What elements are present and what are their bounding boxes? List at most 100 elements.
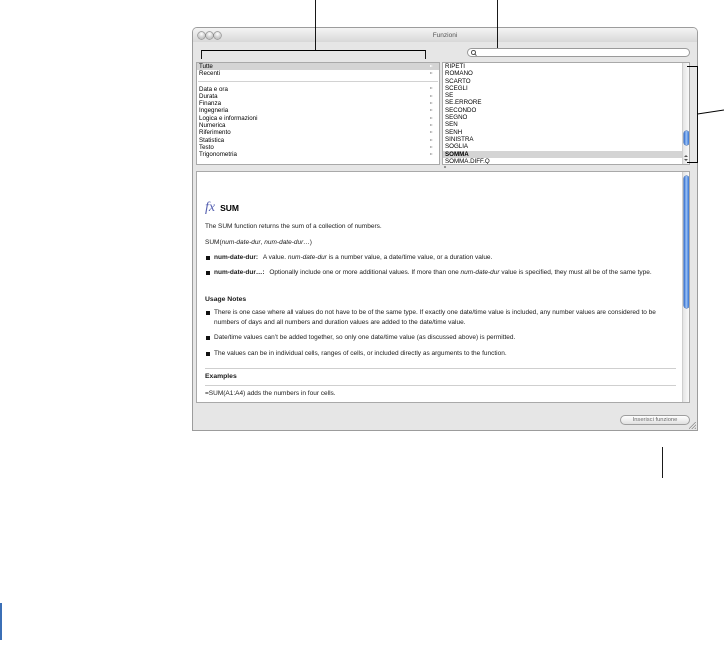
usage-note-item: Date/time values can’t be added together… <box>206 333 676 343</box>
function-label: SOMMA <box>445 150 469 158</box>
function-label: SENH <box>445 128 463 136</box>
category-label: Numerica <box>199 122 226 130</box>
category-label: Logica e informazioni <box>199 114 258 122</box>
argument-ref: num-date-dur <box>460 269 500 276</box>
insert-function-button[interactable]: Inserisci funzione <box>620 415 690 425</box>
resize-grip-icon[interactable] <box>689 422 696 429</box>
function-item[interactable]: SE <box>443 92 682 99</box>
category-label: Statistica <box>199 136 225 144</box>
bullet-icon <box>206 256 210 260</box>
function-item[interactable]: SENH <box>443 129 682 136</box>
category-label: Ingegneria <box>199 107 229 115</box>
category-list[interactable]: Tutte Recenti Data e ora Durata Finanza … <box>196 62 440 165</box>
examples-heading: Examples <box>205 373 237 380</box>
divider <box>205 368 676 369</box>
category-item[interactable]: Tutte <box>197 63 439 71</box>
function-label: SOMMA.DIFF.Q <box>445 157 490 165</box>
function-label: SE <box>445 92 454 100</box>
splitter-handle[interactable] <box>444 166 446 168</box>
category-item[interactable]: Logica e informazioni <box>197 115 439 122</box>
category-label: Recenti <box>199 70 220 78</box>
function-item[interactable]: SEGNO <box>443 114 682 121</box>
disclosure-arrow-icon <box>430 64 433 67</box>
usage-notes-heading: Usage Notes <box>205 296 247 303</box>
category-item[interactable]: Trigonometria <box>197 151 439 158</box>
function-label: SCEGLI <box>445 84 468 92</box>
scrollbar-thumb[interactable] <box>683 131 689 145</box>
function-label: SECONDO <box>445 106 477 114</box>
function-rows: RIPETI ROMANO SCARTO SCEGLI SE SE.ERRORE… <box>443 63 682 165</box>
bullet-icon <box>206 311 210 315</box>
argument-term: num-date-dur…: <box>214 269 265 276</box>
syntax-arg: num-date-dur… <box>264 239 310 246</box>
usage-note-text: There is one case where all values do no… <box>214 309 656 326</box>
function-syntax: SUM(num-date-dur, num-date-dur…) <box>205 238 676 248</box>
category-item[interactable]: Finanza <box>197 100 439 107</box>
function-item[interactable]: SEN <box>443 121 682 128</box>
category-separator <box>197 78 439 86</box>
category-item[interactable]: Statistica <box>197 137 439 144</box>
syntax-arg: num-date-dur <box>221 239 261 246</box>
usage-note-text: The values can be in individual cells, r… <box>214 350 507 357</box>
usage-note-item: The values can be in individual cells, r… <box>206 349 676 359</box>
usage-note-text: Date/time values can’t be added together… <box>214 334 516 341</box>
disclosure-arrow-icon <box>430 145 433 148</box>
function-item[interactable]: SOMMA.DIFF.Q <box>443 157 682 165</box>
function-name: SUM <box>220 202 239 213</box>
search-input[interactable] <box>478 49 683 56</box>
function-label: SE.ERRORE <box>445 99 482 107</box>
scroll-down-arrow-icon[interactable] <box>684 159 688 161</box>
function-label: SEN <box>445 121 458 129</box>
scroll-up-arrow-icon[interactable] <box>684 155 688 157</box>
category-item[interactable]: Durata <box>197 93 439 100</box>
disclosure-arrow-icon <box>430 131 433 134</box>
function-summary: The SUM function returns the sum of a co… <box>205 223 382 230</box>
function-description-pane[interactable]: fx SUM The SUM function returns the sum o… <box>196 171 690 403</box>
disclosure-arrow-icon <box>430 102 433 105</box>
window-title: Funzioni <box>432 31 458 39</box>
function-item[interactable]: SE.ERRORE <box>443 99 682 106</box>
function-item[interactable]: SOGLIA <box>443 143 682 150</box>
function-label: SINISTRA <box>445 135 474 143</box>
function-label: ROMANO <box>445 70 473 78</box>
category-label: Riferimento <box>199 129 231 137</box>
syntax-open: SUM( <box>205 239 222 246</box>
function-item[interactable]: SECONDO <box>443 107 682 114</box>
separator-line <box>198 81 438 83</box>
argument-ref: num-date-dur <box>287 254 327 261</box>
function-item[interactable]: SINISTRA <box>443 136 682 143</box>
argument-item: num-date-dur…: Optionally include one or… <box>206 268 676 278</box>
category-label: Finanza <box>199 100 222 108</box>
title-bar[interactable]: Funzioni <box>193 28 697 42</box>
scrollbar-thumb[interactable] <box>683 176 689 308</box>
category-label: Testo <box>199 143 214 151</box>
description-scrollbar[interactable] <box>682 172 689 402</box>
category-item[interactable]: Data e ora <box>197 86 439 93</box>
function-list[interactable]: RIPETI ROMANO SCARTO SCEGLI SE SE.ERRORE… <box>442 62 690 165</box>
argument-term: num-date-dur: <box>214 254 259 261</box>
function-item[interactable]: RIPETI <box>443 63 682 70</box>
function-list-scrollbar[interactable] <box>682 63 689 164</box>
divider <box>205 385 676 386</box>
category-label: Trigonometria <box>199 151 237 159</box>
category-item[interactable]: Recenti <box>197 70 439 77</box>
category-item[interactable]: Numerica <box>197 122 439 129</box>
category-item[interactable]: Testo <box>197 144 439 151</box>
bullet-icon <box>206 352 210 356</box>
argument-text: A value. <box>262 254 287 261</box>
category-label: Data e ora <box>199 85 228 93</box>
disclosure-arrow-icon <box>430 94 433 97</box>
functions-window: Funzioni Tutte Recenti Data e ora Durata… <box>193 28 697 430</box>
function-label: RIPETI <box>445 63 465 70</box>
disclosure-arrow-icon <box>430 72 433 75</box>
function-item[interactable]: ROMANO <box>443 70 682 77</box>
argument-text: Optionally include one or more additiona… <box>269 269 459 276</box>
category-item[interactable]: Ingegneria <box>197 107 439 114</box>
function-item[interactable]: SCEGLI <box>443 85 682 92</box>
function-item[interactable]: SCARTO <box>443 78 682 85</box>
function-label: SEGNO <box>445 114 468 122</box>
function-heading: fx SUM <box>205 199 239 215</box>
search-field[interactable] <box>467 48 690 57</box>
function-item[interactable]: SOMMA <box>443 150 682 158</box>
category-item[interactable]: Riferimento <box>197 129 439 136</box>
